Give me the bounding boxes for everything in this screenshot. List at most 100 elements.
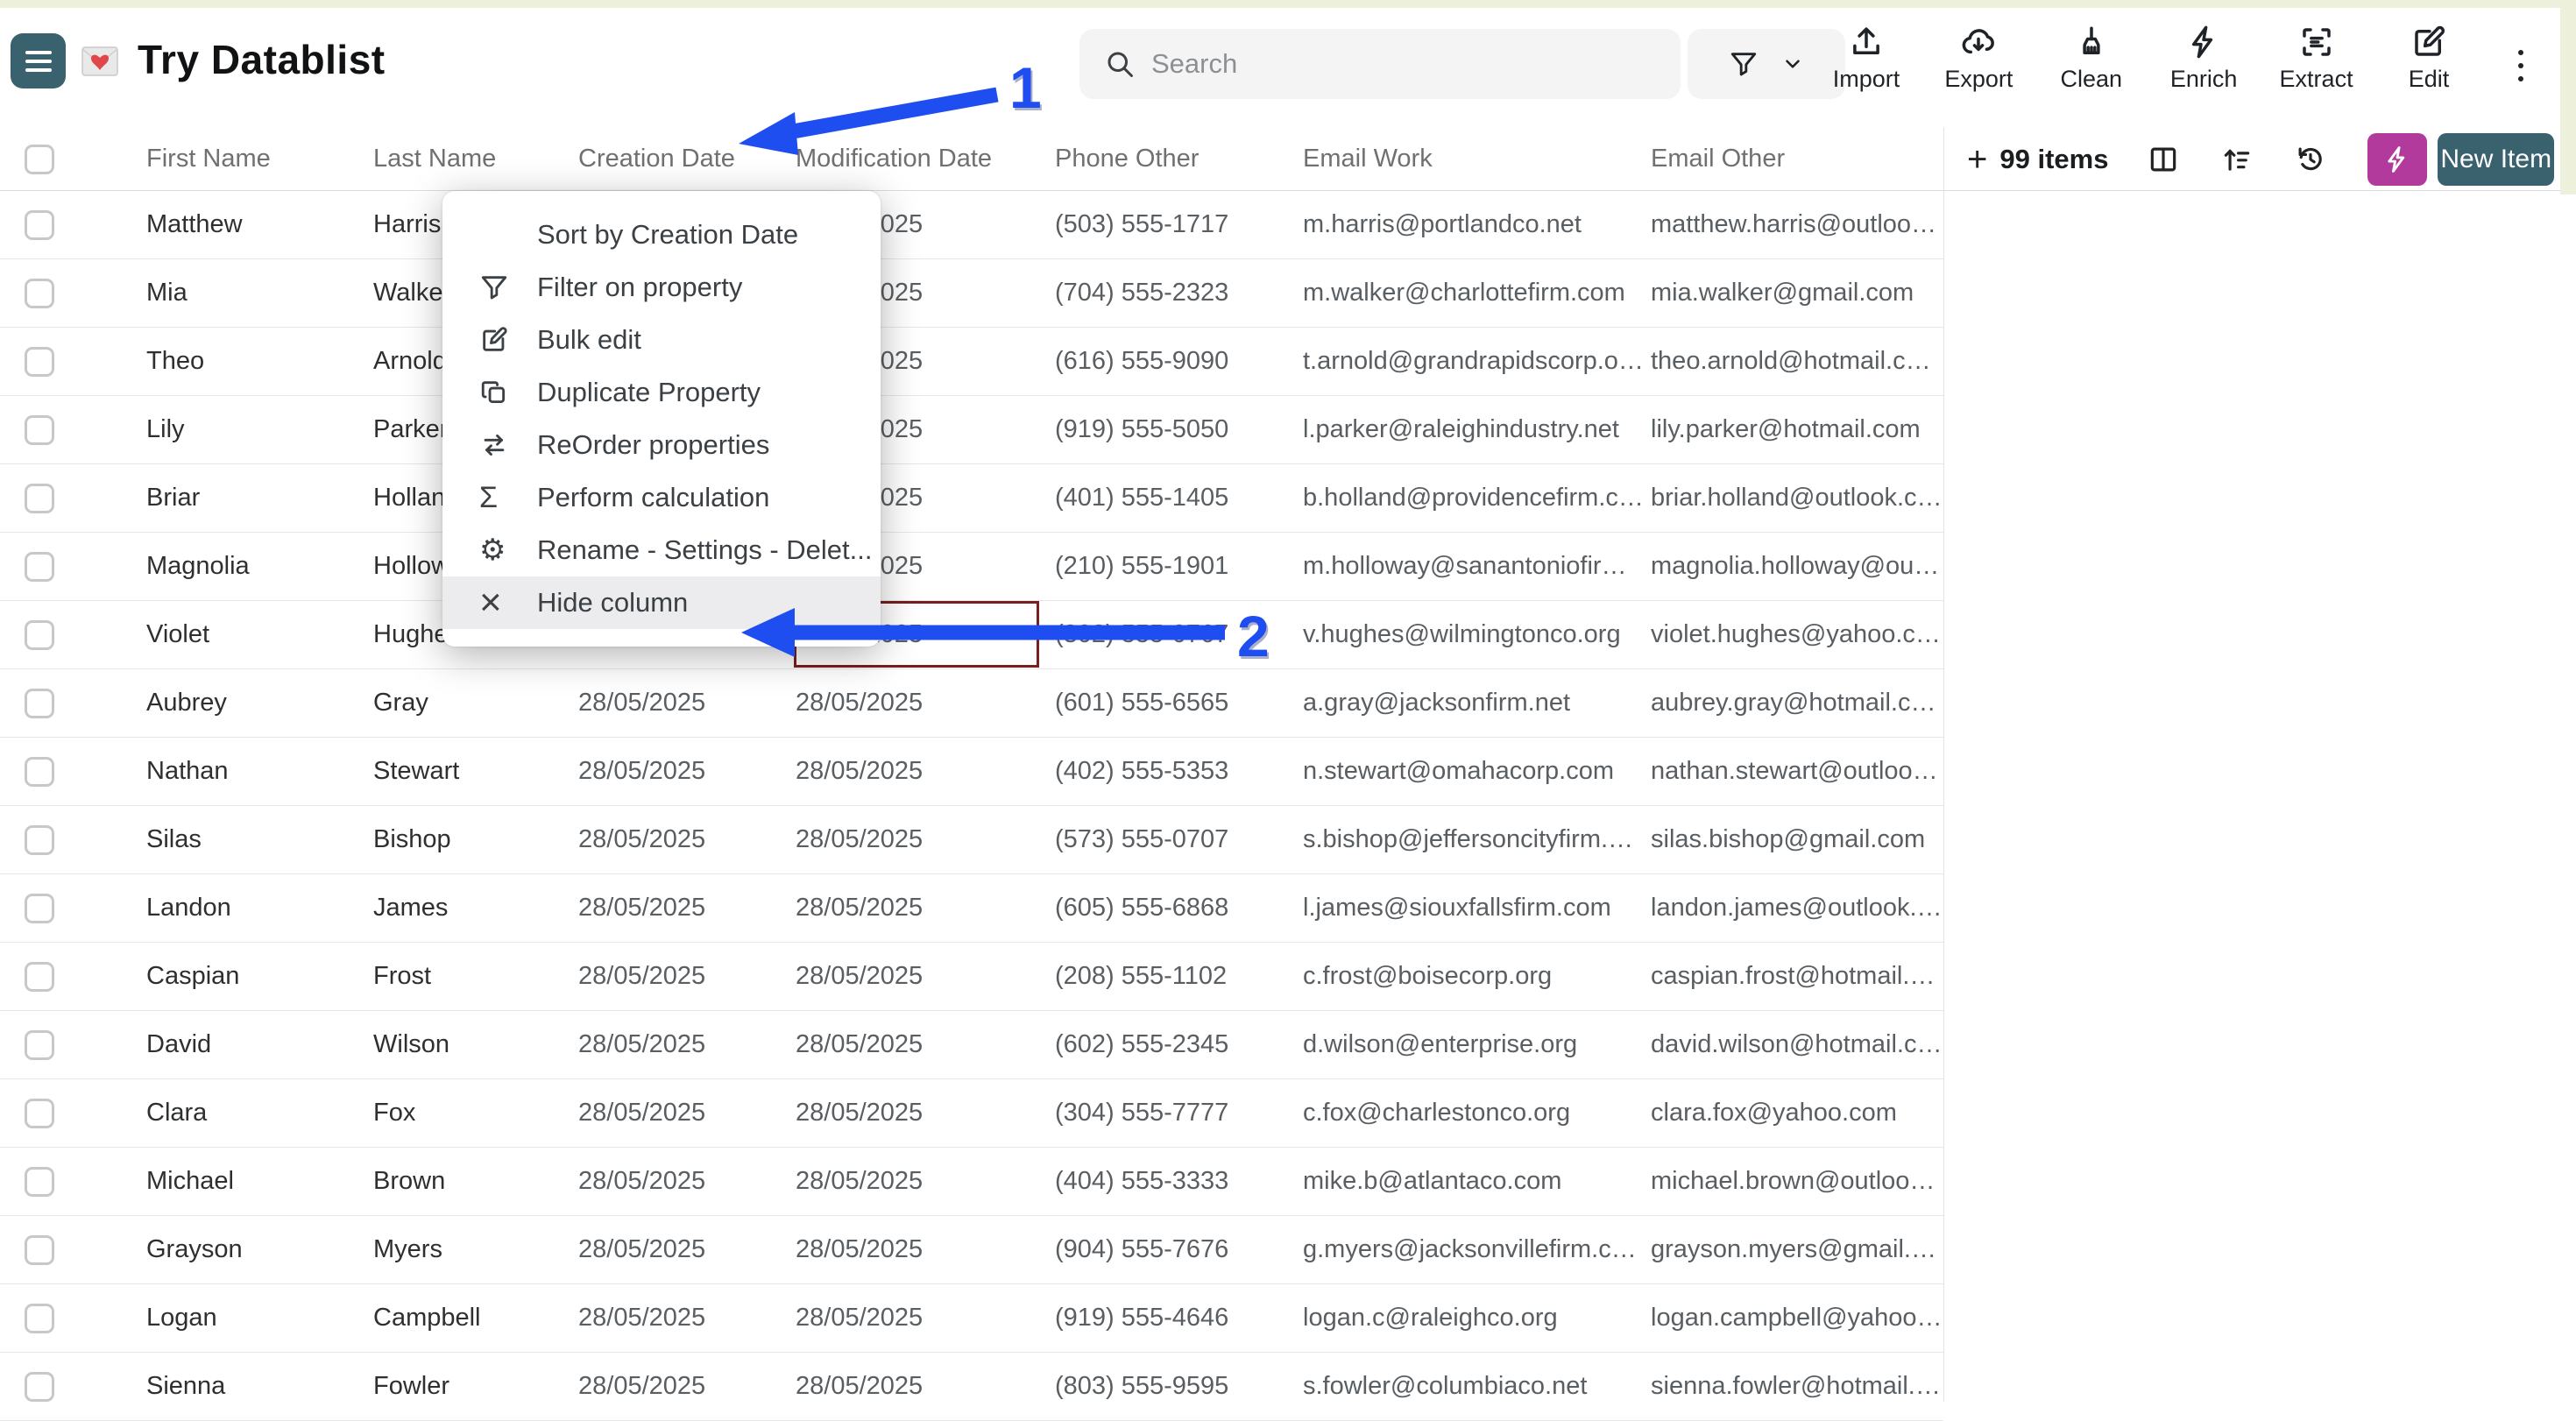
menu-item-filter[interactable]: Filter on property: [442, 261, 881, 314]
cell-creation-date[interactable]: 28/05/2025: [578, 757, 796, 786]
column-header-creation-date[interactable]: Creation Date: [578, 145, 796, 173]
cell-modification-date[interactable]: 28/05/2025: [796, 1235, 1055, 1264]
cell-phone-other[interactable]: (503) 555-1717: [1055, 210, 1303, 239]
cell-email-other[interactable]: briar.holland@outlook.c…: [1651, 484, 1943, 513]
clean-button[interactable]: Clean: [2049, 24, 2134, 122]
cell-phone-other[interactable]: (919) 555-5050: [1055, 415, 1303, 444]
cell-email-work[interactable]: logan.c@raleighco.org: [1303, 1304, 1651, 1333]
new-item-button[interactable]: New Item: [2438, 133, 2554, 186]
import-button[interactable]: Import: [1824, 24, 1908, 122]
cell-email-other[interactable]: aubrey.gray@hotmail.c…: [1651, 689, 1943, 718]
cell-phone-other[interactable]: (904) 555-7676: [1055, 1235, 1303, 1264]
cell-email-work[interactable]: m.walker@charlottefirm.com: [1303, 279, 1651, 308]
more-options-button[interactable]: [2508, 50, 2534, 103]
cell-last-name[interactable]: Fox: [373, 1099, 578, 1128]
cell-modification-date[interactable]: 28/05/2025: [796, 962, 1055, 991]
automation-button[interactable]: [2367, 133, 2427, 186]
column-header-modification-date[interactable]: Modification Date: [796, 145, 1055, 173]
cell-email-other[interactable]: logan.campbell@yahoo…: [1651, 1304, 1943, 1333]
row-checkbox[interactable]: [25, 962, 54, 992]
cell-modification-date[interactable]: 28/05/2025: [796, 1372, 1055, 1401]
row-checkbox[interactable]: [25, 279, 54, 308]
cell-creation-date[interactable]: 28/05/2025: [578, 962, 796, 991]
cell-email-other[interactable]: clara.fox@yahoo.com: [1651, 1099, 1943, 1128]
row-checkbox[interactable]: [25, 825, 54, 855]
cell-phone-other[interactable]: (304) 555-7777: [1055, 1099, 1303, 1128]
cell-modification-date[interactable]: 28/05/2025: [796, 1099, 1055, 1128]
cell-creation-date[interactable]: 28/05/2025: [578, 689, 796, 718]
row-checkbox[interactable]: [25, 347, 54, 377]
cell-email-work[interactable]: t.arnold@grandrapidscorp.o…: [1303, 347, 1651, 376]
column-header-email-work[interactable]: Email Work: [1303, 145, 1651, 173]
menu-item-settings[interactable]: ⚙ Rename - Settings - Delet...: [442, 524, 881, 576]
cell-creation-date[interactable]: 28/05/2025: [578, 1372, 796, 1401]
cell-email-work[interactable]: l.james@siouxfallsfirm.com: [1303, 894, 1651, 923]
cell-first-name[interactable]: Matthew: [146, 210, 373, 239]
cell-phone-other[interactable]: (704) 555-2323: [1055, 279, 1303, 308]
cell-email-work[interactable]: s.fowler@columbiaco.net: [1303, 1372, 1651, 1401]
row-checkbox[interactable]: [25, 552, 54, 582]
hamburger-menu-button[interactable]: [11, 33, 66, 88]
cell-email-work[interactable]: l.parker@raleighindustry.net: [1303, 415, 1651, 444]
cell-creation-date[interactable]: 28/05/2025: [578, 1167, 796, 1196]
cell-first-name[interactable]: Michael: [146, 1167, 373, 1196]
cell-first-name[interactable]: Theo: [146, 347, 373, 376]
cell-first-name[interactable]: Silas: [146, 825, 373, 854]
cell-first-name[interactable]: Aubrey: [146, 689, 373, 718]
cell-email-other[interactable]: sienna.fowler@hotmail.…: [1651, 1372, 1943, 1401]
column-header-first-name[interactable]: First Name: [146, 145, 373, 173]
cell-creation-date[interactable]: 28/05/2025: [578, 894, 796, 923]
cell-first-name[interactable]: Logan: [146, 1304, 373, 1333]
cell-email-other[interactable]: nathan.stewart@outloo…: [1651, 757, 1943, 786]
cell-first-name[interactable]: Clara: [146, 1099, 373, 1128]
cell-last-name[interactable]: Wilson: [373, 1030, 578, 1059]
cell-phone-other[interactable]: (210) 555-1901: [1055, 552, 1303, 581]
cell-creation-date[interactable]: 28/05/2025: [578, 825, 796, 854]
select-all-checkbox[interactable]: [25, 145, 54, 174]
cell-last-name[interactable]: Campbell: [373, 1304, 578, 1333]
cell-first-name[interactable]: Briar: [146, 484, 373, 513]
cell-creation-date[interactable]: 28/05/2025: [578, 1235, 796, 1264]
cell-email-other[interactable]: silas.bishop@gmail.com: [1651, 825, 1943, 854]
row-checkbox[interactable]: [25, 484, 54, 513]
cell-last-name[interactable]: Brown: [373, 1167, 578, 1196]
cell-last-name[interactable]: Gray: [373, 689, 578, 718]
cell-first-name[interactable]: Mia: [146, 279, 373, 308]
row-checkbox[interactable]: [25, 1235, 54, 1265]
cell-modification-date[interactable]: 28/05/2025: [796, 1030, 1055, 1059]
cell-first-name[interactable]: Grayson: [146, 1235, 373, 1264]
cell-email-work[interactable]: d.wilson@enterprise.org: [1303, 1030, 1651, 1059]
cell-last-name[interactable]: Stewart: [373, 757, 578, 786]
edit-button[interactable]: Edit: [2387, 24, 2471, 122]
cell-email-work[interactable]: a.gray@jacksonfirm.net: [1303, 689, 1651, 718]
cell-email-work[interactable]: mike.b@atlantaco.com: [1303, 1167, 1651, 1196]
cell-email-work[interactable]: v.hughes@wilmingtonco.org: [1303, 620, 1651, 649]
row-checkbox[interactable]: [25, 1167, 54, 1197]
cell-phone-other[interactable]: (573) 555-0707: [1055, 825, 1303, 854]
row-checkbox[interactable]: [25, 620, 54, 650]
cell-modification-date[interactable]: 28/05/2025: [796, 689, 1055, 718]
column-header-phone-other[interactable]: Phone Other: [1055, 145, 1303, 173]
cell-first-name[interactable]: Nathan: [146, 757, 373, 786]
cell-creation-date[interactable]: 28/05/2025: [578, 1030, 796, 1059]
cell-email-other[interactable]: michael.brown@outloo…: [1651, 1167, 1943, 1196]
cell-phone-other[interactable]: (919) 555-4646: [1055, 1304, 1303, 1333]
row-checkbox[interactable]: [25, 894, 54, 923]
column-header-email-other[interactable]: Email Other: [1651, 145, 1943, 173]
cell-phone-other[interactable]: (302) 555-0767: [1055, 620, 1303, 649]
cell-phone-other[interactable]: (601) 555-6565: [1055, 689, 1303, 718]
search-input[interactable]: [1151, 48, 1607, 80]
row-checkbox[interactable]: [25, 210, 54, 240]
cell-phone-other[interactable]: (401) 555-1405: [1055, 484, 1303, 513]
extract-button[interactable]: Extract: [2275, 24, 2359, 122]
cell-email-work[interactable]: m.holloway@sanantoniofir…: [1303, 552, 1651, 581]
cell-modification-date[interactable]: 28/05/2025: [796, 1167, 1055, 1196]
cell-last-name[interactable]: Frost: [373, 962, 578, 991]
row-checkbox[interactable]: [25, 1304, 54, 1333]
row-checkbox[interactable]: [25, 1030, 54, 1060]
row-checkbox[interactable]: [25, 415, 54, 445]
cell-modification-date[interactable]: 28/05/2025: [796, 825, 1055, 854]
cell-phone-other[interactable]: (208) 555-1102: [1055, 962, 1303, 991]
cell-last-name[interactable]: Myers: [373, 1235, 578, 1264]
cell-phone-other[interactable]: (616) 555-9090: [1055, 347, 1303, 376]
